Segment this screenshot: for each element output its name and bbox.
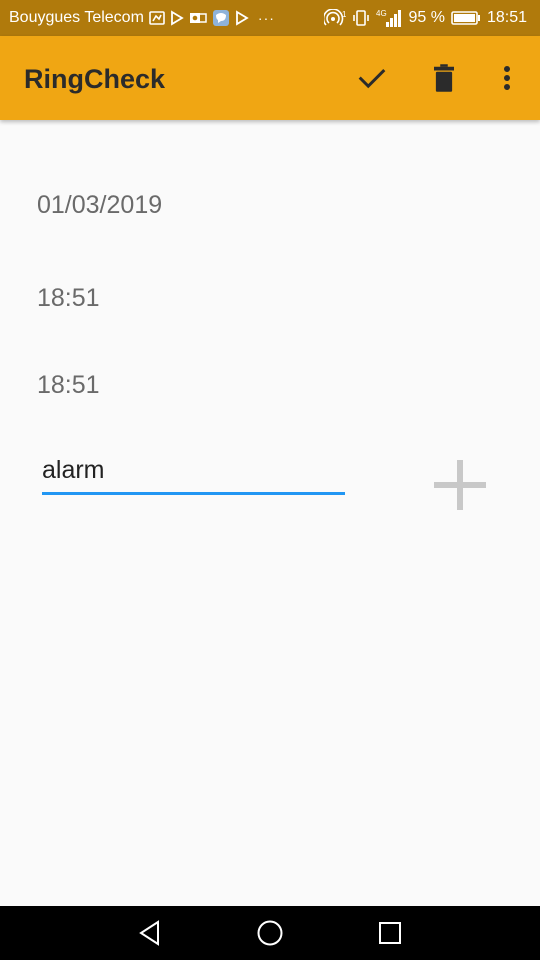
app-title: RingCheck: [24, 64, 166, 94]
delete-icon: [434, 64, 454, 92]
hotspot-icon: 1: [324, 9, 346, 27]
start-time-field[interactable]: 18:51: [37, 283, 100, 313]
battery-icon: [451, 10, 481, 26]
status-bar-right: 1 4G 95 % 18:51: [324, 0, 527, 36]
status-bar-left: Bouygues Telecom ···: [9, 0, 275, 36]
signal-icon: 4G: [376, 8, 402, 28]
outlook-icon: [189, 10, 207, 26]
label-input-value[interactable]: alarm: [42, 455, 105, 485]
play-icon: [170, 10, 184, 26]
overflow-menu-button[interactable]: [487, 58, 527, 98]
check-icon: [358, 69, 386, 89]
maps-icon: [149, 10, 165, 26]
vibrate-icon: [352, 9, 370, 27]
app-bar: RingCheck: [0, 36, 540, 120]
network-type: 4G: [376, 9, 387, 18]
recents-button[interactable]: [374, 917, 406, 949]
input-underline: [42, 492, 345, 495]
back-button[interactable]: [134, 917, 166, 949]
date-field[interactable]: 01/03/2019: [37, 190, 162, 220]
back-icon: [139, 920, 159, 946]
roaming-badge: 1: [342, 10, 346, 19]
navigation-bar: [0, 906, 540, 960]
status-time: 18:51: [486, 9, 527, 26]
alarm-form: 01/03/2019 18:51 18:51 alarm: [0, 120, 540, 906]
play-icon: [235, 10, 249, 26]
add-button[interactable]: [430, 460, 490, 510]
label-input[interactable]: alarm: [42, 453, 345, 495]
battery-percent: 95 %: [408, 9, 445, 26]
home-button[interactable]: [254, 917, 286, 949]
recents-icon: [379, 922, 401, 944]
messenger-icon: [212, 9, 230, 27]
plus-icon: [434, 460, 486, 510]
carrier-name: Bouygues Telecom: [9, 9, 144, 26]
end-time-field[interactable]: 18:51: [37, 370, 100, 400]
delete-button[interactable]: [424, 58, 464, 98]
status-bar: Bouygues Telecom ··· 1 4G 95 % 18:51: [0, 0, 540, 36]
more-notifications-indicator: ···: [257, 10, 275, 26]
confirm-button[interactable]: [352, 58, 392, 98]
more-vert-icon: [504, 66, 510, 90]
home-icon: [257, 920, 283, 946]
